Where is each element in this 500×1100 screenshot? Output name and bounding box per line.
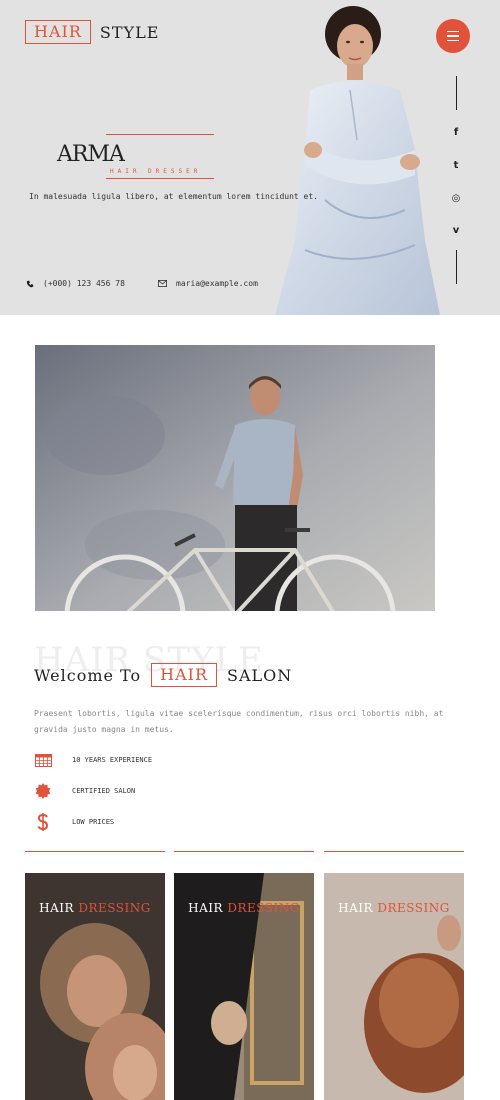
card-title: HAIR DRESSING [39, 901, 151, 915]
card-divider [25, 851, 165, 852]
phone-number: (+000) 123 456 78 [43, 279, 125, 288]
hero-subtitle: HAIR DRESSER [110, 168, 202, 175]
hero-section: HAIR STYLE ARMA HAIR DRESSER In malesuad… [0, 0, 500, 315]
card-divider [174, 851, 314, 852]
welcome-suffix: SALON [226, 665, 293, 685]
welcome-prefix: Welcome To [34, 665, 142, 685]
feature-item: LOW PRICES [34, 813, 114, 831]
social-divider-top [456, 76, 457, 110]
phone-contact[interactable]: (+000) 123 456 78 [26, 279, 125, 288]
feature-item: CERTIFIED SALON [34, 782, 135, 800]
about-description: Praesent lobortis, ligula vitae sceleris… [34, 709, 444, 734]
logo-plain-text: STYLE [99, 22, 160, 42]
phone-icon [26, 280, 34, 288]
hero-divider-top [106, 134, 214, 135]
hero-description: In malesuada ligula libero, at elementum… [29, 192, 318, 201]
dribbble-icon[interactable]: ◎ [448, 191, 464, 205]
card-divider [324, 851, 464, 852]
welcome-heading: Welcome To HAIR SALON [34, 663, 292, 687]
welcome-boxed: HAIR [151, 663, 217, 687]
logo-boxed-text: HAIR [25, 20, 91, 44]
about-photo-man-with-bicycle [35, 345, 435, 611]
feature-label: 10 YEARS EXPERIENCE [72, 756, 153, 764]
feature-item: 10 YEARS EXPERIENCE [34, 751, 152, 769]
feature-label: CERTIFIED SALON [72, 787, 136, 795]
hero-divider-bottom [106, 178, 214, 179]
vimeo-icon[interactable]: v [448, 223, 464, 237]
feature-label: LOW PRICES [72, 818, 115, 826]
service-card[interactable]: HAIR DRESSING [174, 873, 314, 1100]
mail-icon [158, 280, 167, 287]
email-address: maria@example.com [176, 279, 258, 288]
facebook-icon[interactable]: f [448, 125, 464, 139]
hero-model-photo [275, 6, 440, 315]
badge-icon [34, 782, 52, 800]
service-card[interactable]: HAIR DRESSING [324, 873, 464, 1100]
social-divider-bottom [456, 250, 457, 284]
card-title: HAIR DRESSING [188, 901, 300, 915]
logo[interactable]: HAIR STYLE [25, 20, 159, 44]
card-title: HAIR DRESSING [338, 901, 450, 915]
dollar-icon [34, 813, 52, 831]
email-contact[interactable]: maria@example.com [158, 279, 258, 288]
twitter-icon[interactable]: t [448, 158, 464, 172]
menu-button[interactable] [436, 19, 470, 53]
calendar-icon [34, 751, 52, 769]
hamburger-icon [447, 30, 459, 33]
service-card[interactable]: HAIR DRESSING [25, 873, 165, 1100]
hero-name: ARMA [57, 142, 125, 167]
